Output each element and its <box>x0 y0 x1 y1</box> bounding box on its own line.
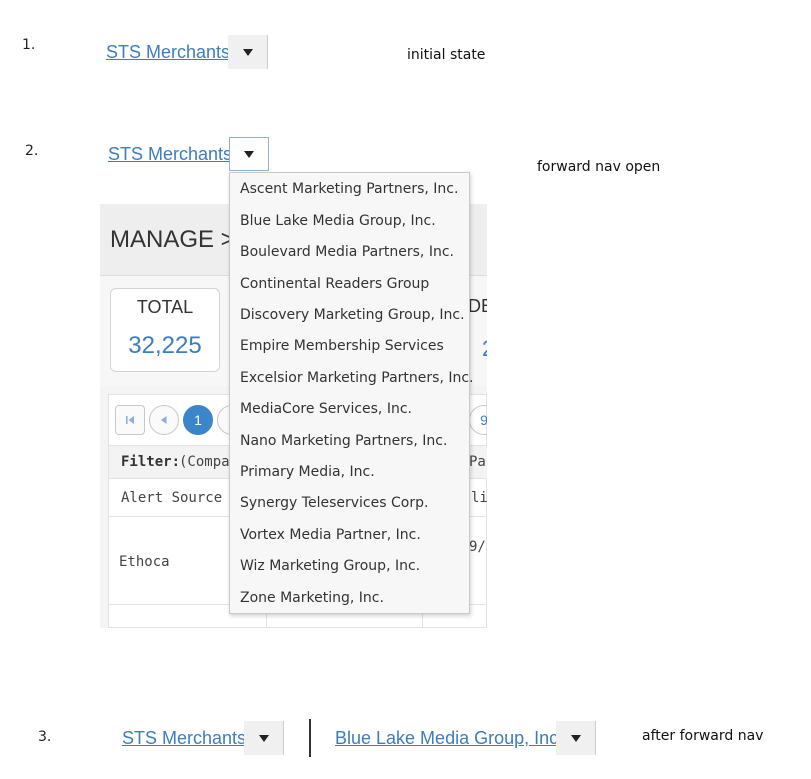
total-stat-card[interactable]: TOTAL 32,225 <box>110 288 220 372</box>
step-2-note: forward nav open <box>537 159 661 175</box>
dropdown-item[interactable]: Empire Membership Services <box>240 338 444 354</box>
page-button-last[interactable]: 9 <box>469 405 487 435</box>
dropdown-item[interactable]: Wiz Marketing Group, Inc. <box>240 558 420 574</box>
caret-down-icon <box>258 734 269 742</box>
step-3-note: after forward nav <box>642 728 764 744</box>
step-3-number: 3. <box>38 729 52 745</box>
caret-down-icon <box>242 48 253 56</box>
alert-source-cell: Ethoca <box>119 554 170 570</box>
prev-page-icon <box>161 416 167 424</box>
caret-down-icon <box>570 734 581 742</box>
dropdown-item[interactable]: MediaCore Services, Inc. <box>240 401 412 417</box>
filter-value: (Compa <box>179 454 230 470</box>
column-header-alert-source[interactable]: Alert Source <box>121 490 222 506</box>
dropdown-item[interactable]: Zone Marketing, Inc. <box>240 590 384 606</box>
dropdown-item[interactable]: Vortex Media Partner, Inc. <box>240 527 421 543</box>
breadcrumb-merchant-link[interactable]: Blue Lake Media Group, Inc. <box>335 728 563 749</box>
total-stat-label: TOTAL <box>136 297 194 317</box>
dropdown-item[interactable]: Synergy Teleservices Corp. <box>240 495 428 511</box>
filter-clipped-text: Par <box>469 454 487 470</box>
breadcrumb-dropdown-button[interactable] <box>228 35 268 69</box>
first-page-button[interactable] <box>115 405 145 435</box>
prev-page-button[interactable] <box>149 405 179 435</box>
breadcrumb-sts-merchants-link[interactable]: STS Merchants <box>122 728 246 749</box>
pagination: 1 <box>115 405 247 435</box>
clipped-cell: 9/2 <box>469 539 487 555</box>
step-1-number: 1. <box>22 37 36 53</box>
page-button-active[interactable]: 1 <box>183 405 213 435</box>
step-2-number: 2. <box>25 143 39 159</box>
step-1-note: initial state <box>407 47 486 63</box>
merchant-dropdown-menu: Ascent Marketing Partners, Inc. Blue Lak… <box>229 172 474 614</box>
breadcrumb-sts-merchants-link[interactable]: STS Merchants <box>108 144 232 165</box>
breadcrumb-sts-merchants-link[interactable]: STS Merchants <box>106 42 230 63</box>
clipped-stat-value: 2 <box>482 336 487 362</box>
page-title: MANAGE > <box>110 226 235 253</box>
total-stat-value: 32,225 <box>128 332 202 359</box>
column-header-clipped[interactable]: lin <box>471 490 487 506</box>
caret-down-icon <box>244 150 254 158</box>
clipped-stat-label: DE <box>468 296 487 316</box>
filter-label: Filter: <box>121 454 181 470</box>
breadcrumb-dropdown-button-open[interactable] <box>229 137 269 171</box>
breadcrumb-dropdown-button[interactable] <box>244 721 284 755</box>
dropdown-item[interactable]: Blue Lake Media Group, Inc. <box>240 213 436 229</box>
breadcrumb-merchant-dropdown-button[interactable] <box>556 721 596 755</box>
dropdown-item[interactable]: Continental Readers Group <box>240 276 429 292</box>
dropdown-item[interactable]: Discovery Marketing Group, Inc. <box>240 307 465 323</box>
breadcrumb-separator <box>309 719 311 757</box>
dropdown-item[interactable]: Boulevard Media Partners, Inc. <box>240 244 454 260</box>
first-page-icon <box>126 416 134 424</box>
dropdown-item[interactable]: Ascent Marketing Partners, Inc. <box>240 181 458 197</box>
dropdown-item[interactable]: Excelsior Marketing Partners, Inc. <box>240 370 474 386</box>
dropdown-item[interactable]: Nano Marketing Partners, Inc. <box>240 433 447 449</box>
dropdown-item[interactable]: Primary Media, Inc. <box>240 464 375 480</box>
